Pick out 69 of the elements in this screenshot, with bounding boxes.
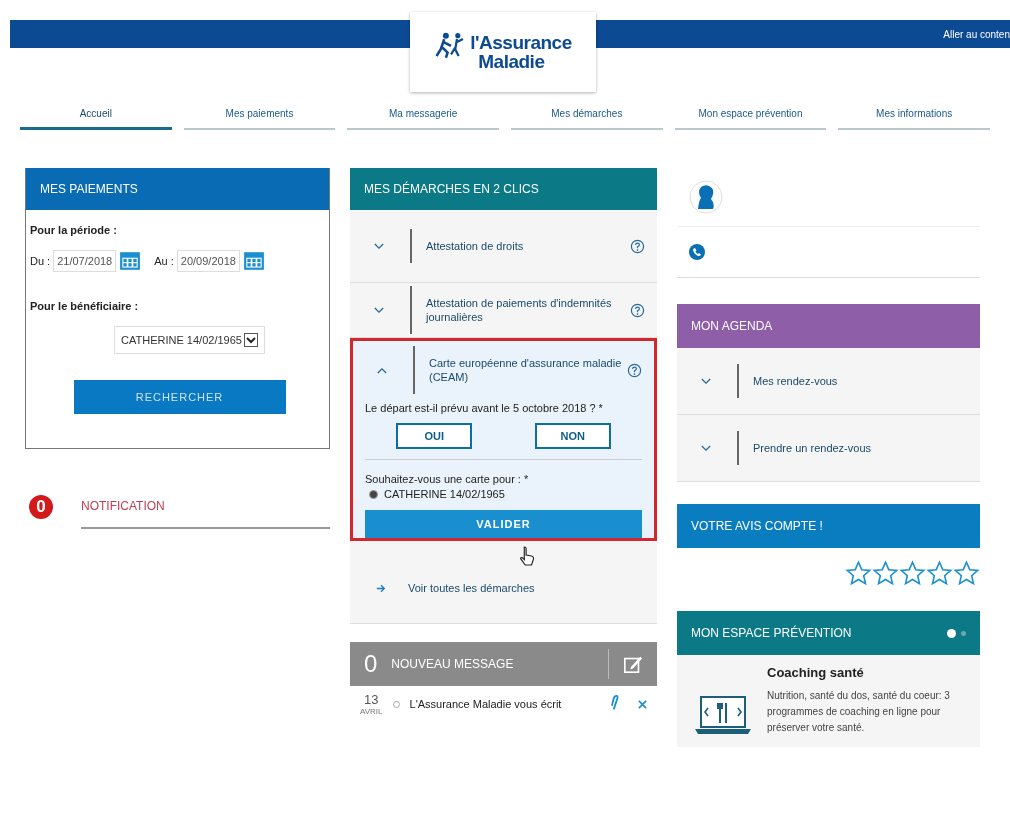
calendar-icon[interactable] — [119, 251, 142, 271]
message-day: 13 — [364, 692, 379, 707]
panel-title: VOTRE AVIS COMPTE ! — [691, 519, 823, 533]
answer-button[interactable]: NON — [534, 423, 611, 449]
chevron-down-icon[interactable] — [374, 306, 384, 314]
nav-tab[interactable]: Mes paiements — [183, 108, 336, 130]
search-button[interactable]: RECHERCHER — [73, 380, 286, 414]
date-field[interactable]: 20/09/2018 — [176, 250, 240, 272]
pager-dot[interactable] — [961, 630, 966, 636]
nav-tab[interactable]: Accueil — [20, 108, 172, 130]
message-month: AVRIL — [360, 707, 383, 716]
notification-count: 0 — [29, 495, 53, 519]
help-icon[interactable] — [630, 302, 645, 318]
agenda-link[interactable]: Mes rendez-vous — [737, 364, 968, 398]
logo-text: l'Assurance — [470, 33, 572, 52]
user-avatar-icon[interactable] — [689, 180, 723, 214]
radio-button[interactable] — [369, 489, 378, 499]
panel-title: MES PAIEMENTS — [40, 182, 138, 196]
nav-tab[interactable]: Mes informations — [838, 108, 990, 130]
laptop-icon — [693, 693, 753, 737]
nav-tab[interactable]: Ma messagerie — [347, 108, 499, 130]
nav-tab[interactable]: Mon espace prévention — [674, 108, 827, 130]
help-icon[interactable] — [627, 362, 642, 378]
procedure-link[interactable]: Attestation de droits — [410, 229, 626, 263]
help-icon[interactable] — [630, 238, 645, 254]
date-field[interactable]: 21/07/2018 — [53, 250, 117, 272]
procedure-link[interactable]: Carte européenne d'assurance maladie (CEAM) — [413, 346, 623, 394]
question-text: Le départ est-il prévu avant le 5 octobre 2018 ? * — [365, 401, 604, 416]
pointer-cursor-icon — [518, 545, 536, 567]
message-subject[interactable]: L'Assurance Maladie vous écrit — [409, 695, 601, 713]
question-text: Souhaitez-vous une carte pour : * — [365, 459, 642, 488]
radio-label[interactable]: CATHERINE 14/02/1965 — [384, 488, 505, 500]
card-title: Coaching santé — [767, 665, 865, 680]
calendar-icon[interactable] — [242, 251, 265, 271]
field-label: Au : — [154, 255, 174, 267]
delete-icon[interactable] — [638, 699, 647, 709]
panel-title: MES DÉMARCHES EN 2 CLICS — [364, 182, 539, 196]
star-icon[interactable] — [845, 560, 872, 587]
skip-link[interactable]: Aller au conten — [943, 28, 1010, 40]
dropdown-icon — [243, 333, 258, 347]
star-icon[interactable] — [926, 560, 953, 587]
logo-text: Maladie — [478, 52, 545, 71]
star-icon[interactable] — [872, 560, 899, 587]
star-icon[interactable] — [953, 560, 980, 587]
chevron-down-icon[interactable] — [701, 444, 711, 452]
procedure-link[interactable]: Attestation de paiements d'indemnités journalières — [410, 286, 626, 334]
chevron-down-icon[interactable] — [374, 242, 384, 250]
field-label: Pour le bénéficiaire : — [30, 300, 140, 312]
message-count: 0 — [364, 650, 378, 678]
pager-dot[interactable] — [947, 628, 956, 638]
arrow-right-icon — [376, 583, 386, 593]
notification-title[interactable]: NOTIFICATION — [81, 485, 330, 529]
panel-title: MON ESPACE PRÉVENTION — [691, 626, 852, 640]
panel-title: MON AGENDA — [691, 319, 773, 333]
validate-button[interactable]: VALIDER — [365, 510, 642, 538]
answer-button[interactable]: OUI — [396, 423, 473, 449]
beneficiary-select[interactable]: CATHERINE 14/02/1965 — [114, 326, 265, 354]
chevron-up-icon[interactable] — [377, 366, 387, 374]
see-all-link[interactable]: Voir toutes les démarches — [408, 582, 535, 594]
panel-title: NOUVEAU MESSAGE — [391, 649, 609, 679]
compose-icon[interactable] — [623, 654, 643, 674]
field-label: Pour la période : — [30, 224, 118, 236]
nav-tab[interactable]: Mes démarches — [511, 108, 663, 130]
phone-icon[interactable] — [689, 244, 705, 260]
chevron-down-icon[interactable] — [701, 377, 711, 385]
agenda-link[interactable]: Prendre un rendez-vous — [737, 431, 968, 465]
field-label: Du : — [30, 255, 51, 267]
star-icon[interactable] — [899, 560, 926, 587]
card-text: Nutrition, santé du dos, santé du coeur: 3 programmes de coaching en ligne pour préserver votre santé. — [767, 689, 951, 735]
